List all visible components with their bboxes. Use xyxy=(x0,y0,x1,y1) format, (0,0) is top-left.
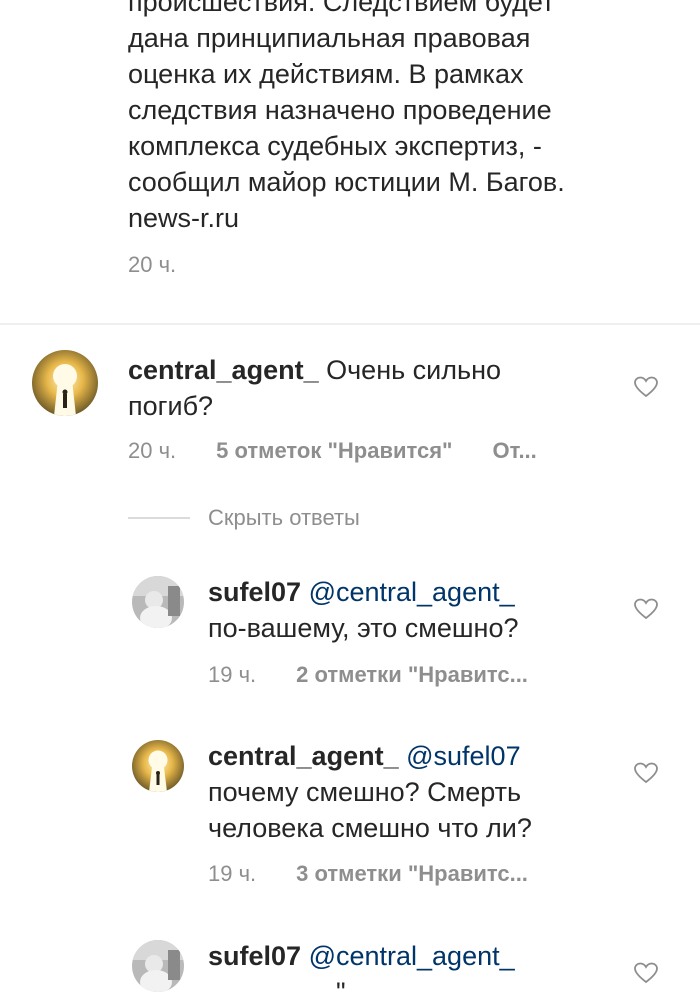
comment-username[interactable]: sufel07 xyxy=(208,941,301,971)
likes-count-link[interactable]: 2 отметки "Нравитс... xyxy=(296,662,528,688)
child-photo-avatar-image xyxy=(132,576,184,628)
comment-text-line1: почему смешно? Смерть xyxy=(208,777,522,807)
avatar[interactable] xyxy=(132,740,184,792)
hide-replies-line xyxy=(128,517,190,519)
avatar[interactable] xyxy=(132,940,184,992)
reply-button[interactable]: От... xyxy=(492,438,536,464)
keyhole-avatar-image xyxy=(132,740,184,792)
comment-username[interactable]: central_agent_ xyxy=(128,355,319,385)
comment-username[interactable]: sufel07 xyxy=(208,577,301,607)
comment-text: central_agent_ Очень сильно погиб? xyxy=(128,352,568,424)
likes-count-link[interactable]: 5 отметок "Нравится" xyxy=(216,438,452,464)
comment-text: central_agent_ @sufel07 почему смешно? С… xyxy=(208,738,608,846)
comment-mention[interactable]: @sufel07 xyxy=(406,741,520,771)
comment-text: sufel07 @central_agent_ по-вашему, это с… xyxy=(208,574,608,646)
comment-text-line1: по-вашему, это смешно? xyxy=(208,613,519,643)
heart-icon[interactable] xyxy=(634,762,658,784)
heart-icon[interactable] xyxy=(634,376,658,398)
caption-time: 20 ч. xyxy=(128,252,177,277)
hide-replies-label: Скрыть ответы xyxy=(208,505,360,530)
comment-time: 20 ч. xyxy=(128,438,177,463)
comment-mention[interactable]: @central_agent_ xyxy=(309,577,515,607)
comment-meta: 19 ч. 3 отметки "Нравитс... xyxy=(208,861,568,887)
comment-text-line2: человека смешно что ли? xyxy=(208,813,532,843)
avatar[interactable] xyxy=(32,350,98,416)
caption-divider xyxy=(0,323,700,325)
comment-time: 19 ч. xyxy=(208,662,257,687)
comment-text-line1: Очень сильно xyxy=(326,355,502,385)
comment-mention[interactable]: @central_agent_ xyxy=(309,941,515,971)
comment-meta: 20 ч. 5 отметок "Нравится" От... xyxy=(128,438,537,464)
hide-replies-button[interactable]: Скрыть ответы xyxy=(128,505,360,531)
post-caption: происшествия. Следствием будет дана прин… xyxy=(128,0,668,278)
likes-count-link[interactable]: 3 отметки "Нравитс... xyxy=(296,861,528,887)
comment-text-line2: погиб? xyxy=(128,391,214,421)
child-photo-avatar-image xyxy=(132,940,184,992)
comment-username[interactable]: central_agent_ xyxy=(208,741,399,771)
heart-icon[interactable] xyxy=(634,962,658,984)
comments-screen: происшествия. Следствием будет дана прин… xyxy=(0,0,700,1002)
caption-text: происшествия. Следствием будет дана прин… xyxy=(128,0,565,233)
keyhole-avatar-image xyxy=(32,350,98,416)
avatar[interactable] xyxy=(132,576,184,628)
heart-icon[interactable] xyxy=(634,598,658,620)
comment-time: 19 ч. xyxy=(208,861,257,886)
comment-meta: 19 ч. 2 отметки "Нравитс... xyxy=(208,662,568,688)
comment-text: sufel07 @central_agent_ " xyxy=(208,938,608,1002)
comment-text-line1: " xyxy=(336,977,346,1002)
